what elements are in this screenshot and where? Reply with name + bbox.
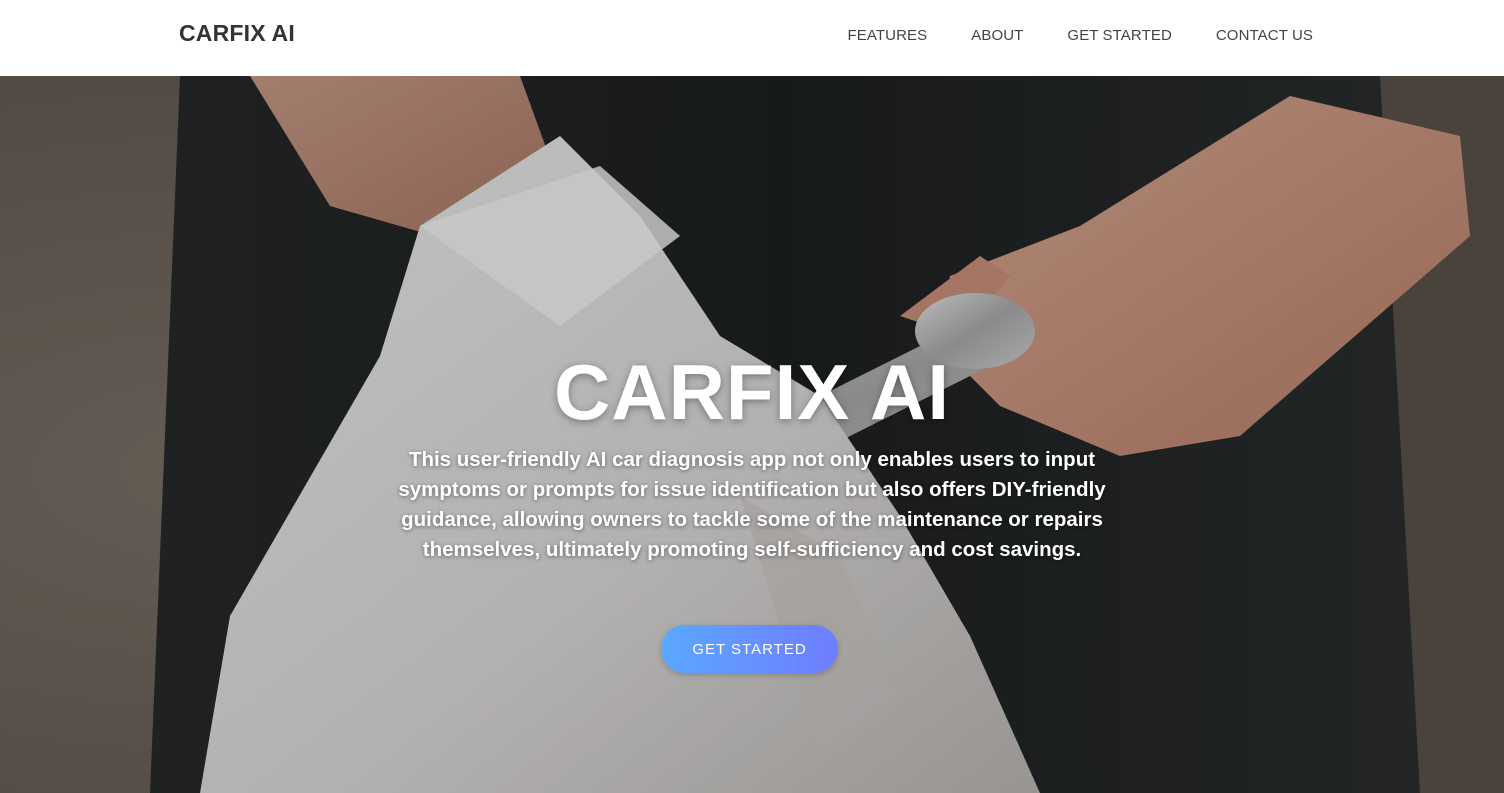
hero-section: CARFIX AI This user-friendly AI car diag…: [0, 76, 1504, 793]
hero-title: CARFIX AI: [553, 348, 951, 436]
nav-link-features[interactable]: FEATURES: [848, 27, 928, 44]
hero-description: This user-friendly AI car diagnosis app …: [398, 448, 1106, 561]
nav-links: FEATURES ABOUT GET STARTED CONTACT US: [848, 27, 1313, 44]
nav-link-get-started[interactable]: GET STARTED: [1067, 27, 1171, 44]
get-started-button[interactable]: GET STARTED: [661, 625, 838, 673]
nav-link-about[interactable]: ABOUT: [971, 27, 1023, 44]
brand-logo[interactable]: CARFIX AI: [179, 20, 295, 47]
top-navbar: CARFIX AI FEATURES ABOUT GET STARTED CON…: [0, 0, 1504, 76]
hero-content: CARFIX AI This user-friendly AI car diag…: [0, 351, 1504, 565]
nav-link-contact-us[interactable]: CONTACT US: [1216, 27, 1313, 44]
